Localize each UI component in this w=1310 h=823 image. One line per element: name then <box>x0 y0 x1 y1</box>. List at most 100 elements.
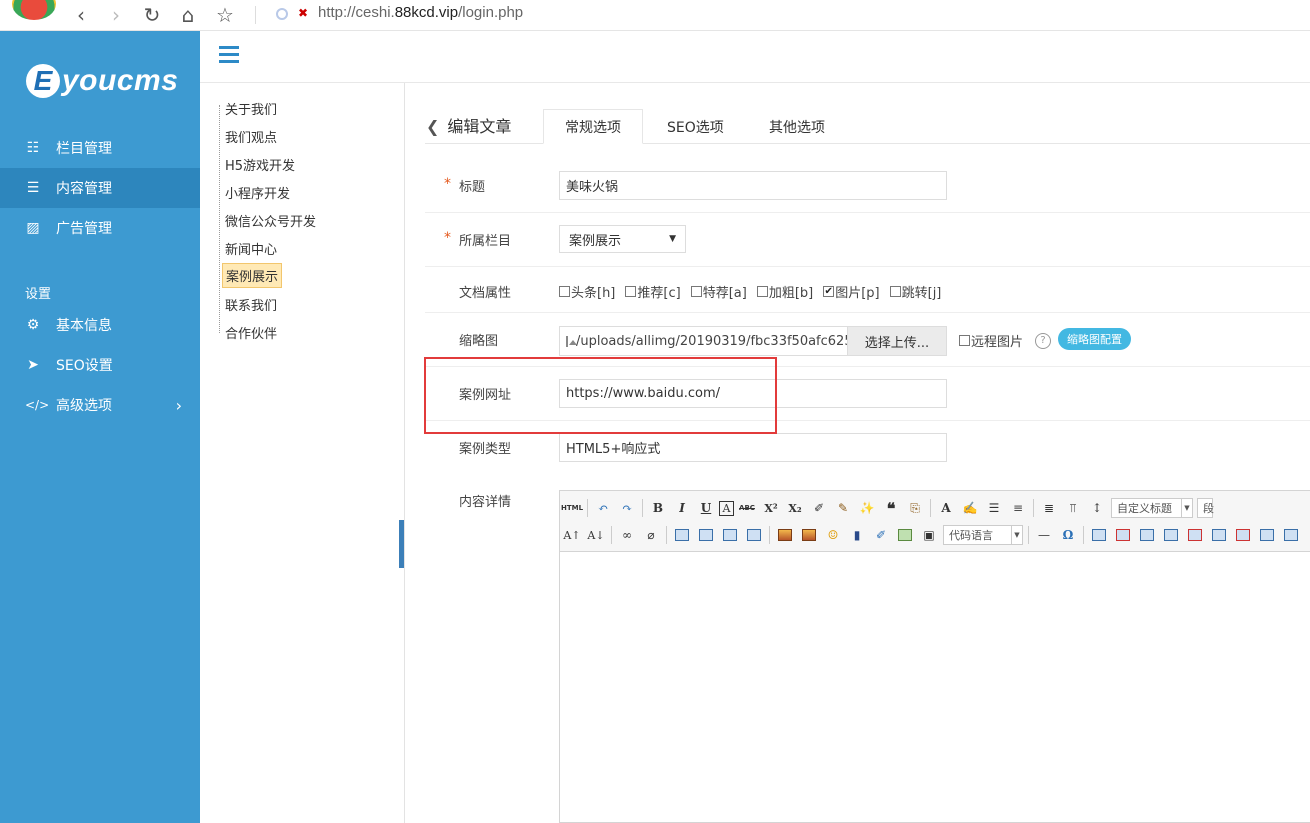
tree-item[interactable]: 新闻中心 <box>225 239 277 258</box>
paragraph-dropdown[interactable]: 段 <box>1197 498 1214 518</box>
merge-cells-icon[interactable] <box>1256 525 1278 545</box>
row-spacing-top-icon[interactable]: ≣ <box>1038 498 1060 518</box>
editor-content-area[interactable] <box>560 552 1310 822</box>
highlight-color-icon[interactable]: ✍ <box>959 498 981 518</box>
checkbox-label: 特荐[a] <box>702 286 747 301</box>
custom-title-dropdown[interactable]: 自定义标题 ▼ <box>1111 498 1193 518</box>
line-height-icon[interactable]: ↕ <box>1086 498 1108 518</box>
emoticon-icon[interactable]: ☺ <box>822 525 844 545</box>
back-link[interactable]: ❮ 编辑文章 <box>426 113 511 137</box>
horizontal-rule-button[interactable]: — <box>1033 525 1055 545</box>
unlink-icon[interactable]: ⌀ <box>640 525 662 545</box>
tree-item[interactable]: 微信公众号开发 <box>225 211 316 230</box>
font-size-increase-icon[interactable]: A↑ <box>561 525 583 545</box>
font-size-decrease-icon[interactable]: A↓ <box>585 525 607 545</box>
thumbnail-path-input[interactable]: /uploads/allimg/20190319/fbc33f50afc625 <box>559 326 848 356</box>
sidebar-item-advanced[interactable]: </> 高级选项 › <box>0 385 200 425</box>
attr-special-checkbox[interactable]: 特荐[a] <box>690 282 747 301</box>
unordered-list-icon[interactable]: ≡ <box>1007 498 1029 518</box>
bold-button[interactable]: B <box>647 498 669 518</box>
insert-code-icon[interactable]: ▣ <box>918 525 940 545</box>
sidebar-item-columns[interactable]: ☷ 栏目管理 <box>0 128 200 168</box>
sidebar-item-ads[interactable]: ▨ 广告管理 <box>0 208 200 248</box>
italic-button[interactable]: I <box>671 498 693 518</box>
attr-bold-checkbox[interactable]: 加粗[b] <box>756 282 813 301</box>
attachment-icon[interactable]: ✐ <box>870 525 892 545</box>
image-icon: ▨ <box>26 220 40 236</box>
insecure-lock-icon[interactable]: ✖ <box>298 6 308 20</box>
multi-image-icon[interactable] <box>798 525 820 545</box>
thumbnail-config-button[interactable]: 缩略图配置 <box>1058 328 1131 350</box>
case-type-input[interactable]: HTML5+响应式 <box>559 433 947 462</box>
format-painter-icon[interactable]: ✎ <box>832 498 854 518</box>
tab-general[interactable]: 常规选项 <box>543 109 643 144</box>
row-spacing-bottom-icon[interactable]: ⫪ <box>1062 498 1084 518</box>
tree-item-selected[interactable]: 案例展示 <box>222 263 283 288</box>
sidebar-item-seo[interactable]: ➤ SEO设置 <box>0 345 200 385</box>
sidebar-item-content[interactable]: ☰ 内容管理 <box>0 168 200 208</box>
merge-right-icon[interactable] <box>1280 525 1302 545</box>
delete-row-icon[interactable] <box>1184 525 1206 545</box>
align-right-icon[interactable] <box>695 525 717 545</box>
insert-table-icon[interactable] <box>1088 525 1110 545</box>
tree-item[interactable]: 关于我们 <box>225 99 277 118</box>
category-select[interactable]: 案例展示 ▼ <box>559 225 686 253</box>
align-center-icon[interactable] <box>719 525 741 545</box>
menu-toggle-icon[interactable] <box>219 46 239 64</box>
insert-row-icon[interactable] <box>1160 525 1182 545</box>
attr-headline-checkbox[interactable]: 头条[h] <box>559 282 615 301</box>
remote-image-checkbox[interactable]: 远程图片 <box>959 331 1023 350</box>
ordered-list-icon[interactable]: ☰ <box>983 498 1005 518</box>
html-source-button[interactable]: HTML <box>561 498 583 518</box>
strikethrough-button[interactable]: ABC <box>736 498 758 518</box>
insert-column-icon[interactable] <box>1208 525 1230 545</box>
field-label: 标题 <box>459 180 486 195</box>
upload-button[interactable]: 选择上传... <box>847 326 947 356</box>
link-icon[interactable]: ∞ <box>616 525 638 545</box>
help-icon[interactable]: ? <box>1035 333 1051 349</box>
auto-format-icon[interactable]: ✨ <box>856 498 878 518</box>
reload-icon[interactable]: ↻ <box>139 2 165 28</box>
tree-item[interactable]: 合作伙伴 <box>225 323 277 342</box>
align-justify-icon[interactable] <box>743 525 765 545</box>
panel-scroll-handle[interactable] <box>399 520 404 568</box>
browser-toolbar: ‹ › ↻ ⌂ ☆ ✖ http://ceshi.88kcd.vip/login… <box>0 0 1310 31</box>
attr-image-checkbox[interactable]: ✔ 图片[p] <box>823 282 880 301</box>
insert-image-icon[interactable] <box>774 525 796 545</box>
delete-column-icon[interactable] <box>1232 525 1254 545</box>
subscript-button[interactable]: X₂ <box>784 498 806 518</box>
star-icon[interactable]: ☆ <box>212 2 238 28</box>
tree-item[interactable]: 我们观点 <box>225 127 277 146</box>
address-bar[interactable]: http://ceshi.88kcd.vip/login.php <box>318 4 523 21</box>
back-arrow-icon[interactable]: ‹ <box>68 2 94 28</box>
code-language-dropdown[interactable]: 代码语言 ▼ <box>943 525 1023 545</box>
undo-icon[interactable]: ↶ <box>592 498 614 518</box>
tab-seo[interactable]: SEO选项 <box>646 109 745 144</box>
tree-item[interactable]: H5游戏开发 <box>225 155 295 174</box>
insert-template-icon[interactable] <box>894 525 916 545</box>
quote-button[interactable]: ❝ <box>880 498 902 518</box>
eraser-icon[interactable]: ✐ <box>808 498 830 518</box>
eyoucms-logo[interactable]: E youcms <box>26 61 178 101</box>
attr-jump-checkbox[interactable]: 跳转[j] <box>889 282 941 301</box>
insert-paragraph-before-table-icon[interactable] <box>1136 525 1158 545</box>
align-left-icon[interactable] <box>671 525 693 545</box>
font-border-button[interactable]: A <box>719 500 734 516</box>
sidebar-item-label: 栏目管理 <box>56 141 112 157</box>
paste-text-icon[interactable]: ⎘ <box>904 498 926 518</box>
redo-icon[interactable]: ↷ <box>616 498 638 518</box>
tab-other[interactable]: 其他选项 <box>748 109 846 144</box>
title-input[interactable]: 美味火锅 <box>559 171 947 200</box>
font-color-button[interactable]: A <box>935 498 957 518</box>
delete-table-icon[interactable] <box>1112 525 1134 545</box>
attr-recommend-checkbox[interactable]: 推荐[c] <box>625 282 681 301</box>
tree-item[interactable]: 小程序开发 <box>225 183 290 202</box>
forward-arrow-icon[interactable]: › <box>103 2 129 28</box>
superscript-button[interactable]: X² <box>760 498 782 518</box>
sidebar-item-basic-info[interactable]: ⚙ 基本信息 <box>0 305 200 345</box>
underline-button[interactable]: U <box>695 498 717 518</box>
tree-item[interactable]: 联系我们 <box>225 295 277 314</box>
insert-video-icon[interactable]: ▮ <box>846 525 868 545</box>
special-char-button[interactable]: Ω <box>1057 525 1079 545</box>
home-icon[interactable]: ⌂ <box>175 2 201 28</box>
